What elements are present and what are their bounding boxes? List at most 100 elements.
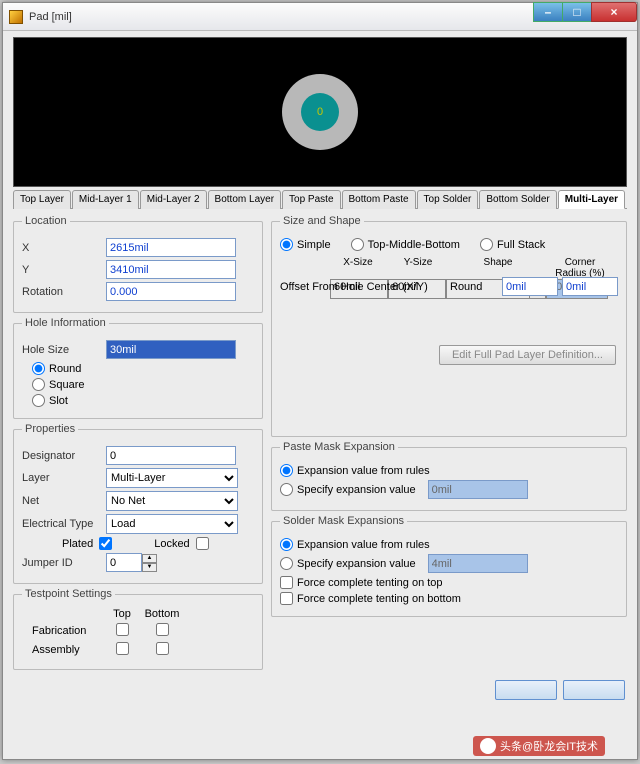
- solder-rules-radio[interactable]: [280, 538, 293, 551]
- size-shape-group: Size and Shape Simple Top-Middle-Bottom …: [271, 215, 627, 437]
- y-input[interactable]: [106, 260, 236, 279]
- location-group: Location X Y Rotation: [13, 215, 263, 313]
- etype-select[interactable]: Load: [106, 514, 238, 534]
- paste-rules-radio[interactable]: [280, 464, 293, 477]
- tenting-bot-checkbox[interactable]: [280, 592, 293, 605]
- tab-mid-layer-1[interactable]: Mid-Layer 1: [72, 190, 139, 209]
- jumper-input[interactable]: [106, 553, 142, 572]
- net-label: Net: [22, 495, 102, 507]
- tenting-top-label: Force complete tenting on top: [297, 577, 443, 589]
- offset-x-input[interactable]: [502, 277, 558, 296]
- etype-label: Electrical Type: [22, 518, 102, 530]
- properties-group: Properties Designator Layer Multi-Layer N…: [13, 423, 263, 584]
- layer-label: Layer: [22, 472, 102, 484]
- paste-rules-label: Expansion value from rules: [297, 465, 430, 477]
- offset-y-input[interactable]: [562, 277, 618, 296]
- hole-size-input[interactable]: [106, 340, 236, 359]
- dialog-footer: [3, 674, 637, 706]
- designator-label: Designator: [22, 450, 102, 462]
- layer-tabs: Top LayerMid-Layer 1Mid-Layer 2Bottom La…: [13, 189, 627, 209]
- tp-bottom-header: Bottom: [142, 608, 182, 620]
- tenting-top-checkbox[interactable]: [280, 576, 293, 589]
- pad-dialog: Pad [mil] – □ × 0 Top LayerMid-Layer 1Mi…: [2, 2, 638, 760]
- hole-round-radio[interactable]: [32, 362, 45, 375]
- properties-legend: Properties: [22, 423, 78, 435]
- close-button[interactable]: ×: [591, 2, 637, 22]
- tab-top-paste[interactable]: Top Paste: [282, 190, 340, 209]
- pad-inner-circle: 0: [301, 93, 339, 131]
- hole-round-label: Round: [49, 363, 81, 375]
- tp-top-header: Top: [102, 608, 142, 620]
- fullstack-radio[interactable]: [480, 238, 493, 251]
- tab-bottom-layer[interactable]: Bottom Layer: [208, 190, 281, 209]
- paste-mask-group: Paste Mask Expansion Expansion value fro…: [271, 441, 627, 511]
- pad-outer-ring: 0: [282, 74, 358, 150]
- xsize-header: X-Size: [330, 257, 386, 279]
- x-label: X: [22, 242, 102, 254]
- net-select[interactable]: No Net: [106, 491, 238, 511]
- tenting-bot-label: Force complete tenting on bottom: [297, 593, 461, 605]
- simple-radio[interactable]: [280, 238, 293, 251]
- watermark: 头条@卧龙会IT技术: [473, 736, 605, 756]
- tp-asm-bot-checkbox[interactable]: [156, 642, 169, 655]
- solder-spec-label: Specify expansion value: [297, 558, 416, 570]
- plated-label: Plated: [62, 538, 93, 550]
- simple-label: Simple: [297, 239, 331, 251]
- tab-multi-layer[interactable]: Multi-Layer: [558, 190, 625, 209]
- cancel-button[interactable]: [563, 680, 625, 700]
- paste-legend: Paste Mask Expansion: [280, 441, 398, 453]
- rotation-label: Rotation: [22, 286, 102, 298]
- tab-mid-layer-2[interactable]: Mid-Layer 2: [140, 190, 207, 209]
- tp-fab-top-checkbox[interactable]: [116, 623, 129, 636]
- hole-slot-radio[interactable]: [32, 394, 45, 407]
- jumper-label: Jumper ID: [22, 557, 102, 569]
- edit-full-pad-button: Edit Full Pad Layer Definition...: [439, 345, 616, 365]
- solder-mask-group: Solder Mask Expansions Expansion value f…: [271, 515, 627, 617]
- testpoint-group: Testpoint Settings TopBottom Fabrication…: [13, 588, 263, 670]
- tab-top-solder[interactable]: Top Solder: [417, 190, 479, 209]
- tp-asm-label: Assembly: [32, 644, 102, 656]
- minimize-button[interactable]: –: [533, 2, 563, 22]
- maximize-button[interactable]: □: [562, 2, 592, 22]
- layer-select[interactable]: Multi-Layer: [106, 468, 238, 488]
- solder-legend: Solder Mask Expansions: [280, 515, 407, 527]
- testpoint-legend: Testpoint Settings: [22, 588, 115, 600]
- solder-spec-radio[interactable]: [280, 557, 293, 570]
- tab-bottom-solder[interactable]: Bottom Solder: [479, 190, 556, 209]
- spin-up-icon[interactable]: ▲: [142, 554, 157, 563]
- tab-bottom-paste[interactable]: Bottom Paste: [342, 190, 416, 209]
- hole-square-radio[interactable]: [32, 378, 45, 391]
- plated-checkbox[interactable]: [99, 537, 112, 550]
- app-icon: [9, 10, 23, 24]
- ok-button[interactable]: [495, 680, 557, 700]
- tab-top-layer[interactable]: Top Layer: [13, 190, 71, 209]
- jumper-spinner[interactable]: ▲▼: [106, 553, 157, 572]
- offset-label: Offset From Hole Center (X/Y): [280, 281, 498, 293]
- tp-fab-label: Fabrication: [32, 625, 102, 637]
- solder-rules-label: Expansion value from rules: [297, 539, 430, 551]
- shape-header: Shape: [450, 257, 546, 279]
- locked-checkbox[interactable]: [196, 537, 209, 550]
- location-legend: Location: [22, 215, 70, 227]
- corner-header: Corner Radius (%): [550, 257, 610, 279]
- tp-fab-bot-checkbox[interactable]: [156, 623, 169, 636]
- hole-group: Hole Information Hole Size Round Square …: [13, 317, 263, 419]
- tmb-radio[interactable]: [351, 238, 364, 251]
- pad-preview: 0: [13, 37, 627, 187]
- x-input[interactable]: [106, 238, 236, 257]
- spin-down-icon[interactable]: ▼: [142, 563, 157, 572]
- rotation-input[interactable]: [106, 282, 236, 301]
- size-legend: Size and Shape: [280, 215, 364, 227]
- hole-square-label: Square: [49, 379, 84, 391]
- hole-legend: Hole Information: [22, 317, 109, 329]
- solder-value-input: [428, 554, 528, 573]
- window-title: Pad [mil]: [29, 11, 72, 23]
- tp-asm-top-checkbox[interactable]: [116, 642, 129, 655]
- titlebar[interactable]: Pad [mil] – □ ×: [3, 3, 637, 31]
- hole-slot-label: Slot: [49, 395, 68, 407]
- ysize-header: Y-Size: [390, 257, 446, 279]
- paste-spec-radio[interactable]: [280, 483, 293, 496]
- tmb-label: Top-Middle-Bottom: [368, 239, 460, 251]
- avatar-icon: [480, 738, 496, 754]
- designator-input[interactable]: [106, 446, 236, 465]
